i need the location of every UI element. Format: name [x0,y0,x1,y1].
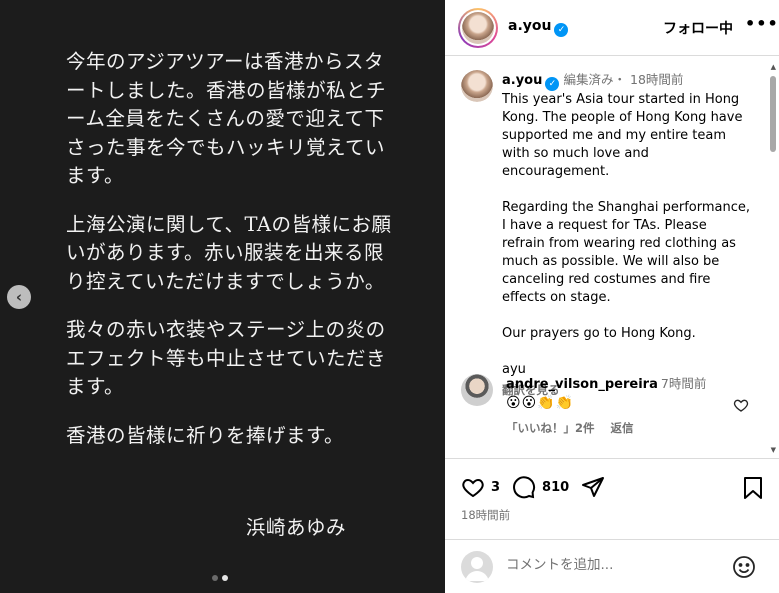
chevron-left-icon: ‹ [15,287,23,306]
user-avatar [461,551,493,583]
caption-username[interactable]: a.you [502,73,542,88]
more-options-icon[interactable]: ••• [745,14,779,33]
caption-meta: 編集済み・ 18時間前 [563,72,684,87]
comment-text: 😮😮👏👏 [506,395,575,411]
caption-paragraph: Our prayers go to Hong Kong. [502,326,696,341]
avatar [461,70,493,102]
emoji-smiley-icon[interactable] [732,555,756,583]
caption-avatar[interactable] [461,70,493,102]
carousel-dots [212,575,228,581]
comment-time: 7時間前 [660,376,707,391]
post-header: a.you ✓ フォロー中 ••• [445,0,779,56]
caption-paragraph: Regarding the Shanghai performance, I ha… [502,200,751,305]
avatar [462,12,494,44]
scroll-down-arrow-icon[interactable]: ▼ [771,446,776,454]
verified-badge-icon: ✓ [545,77,560,91]
scrollbar-thumb[interactable] [770,76,776,152]
comment-like-heart-icon[interactable] [733,397,749,417]
header-username-wrap: a.you ✓ [508,18,569,37]
caption: a.you ✓ 編集済み・ 18時間前 This year's Asia tour… [502,71,752,399]
like-count[interactable]: 3 [491,480,500,495]
carousel-dot [212,575,218,581]
image-paragraph: 我々の赤い衣装やステージ上の炎のエフェクト等も中止させていただきます。 [66,318,387,398]
share-paper-plane-icon[interactable] [581,475,605,499]
image-paragraph: 今年のアジアツアーは香港からスタートしました。香港の皆様が私とチーム全員をたくさ… [66,50,387,187]
like-heart-icon[interactable] [461,475,485,499]
previous-image-button[interactable]: ‹ [7,285,31,309]
comment-count[interactable]: 810 [542,480,569,495]
header-username[interactable]: a.you [508,18,551,34]
following-button[interactable]: フォロー中 [663,18,733,38]
story-ring-avatar[interactable] [458,8,498,48]
comment-username[interactable]: andre_vilson_pereira [506,377,658,392]
comment: andre_vilson_pereira 7時間前 😮😮👏👏 [506,375,736,412]
comment-actions: 「いいね！」2件 返信 [506,420,646,436]
reply-button[interactable]: 返信 [611,421,634,435]
bookmark-icon[interactable] [743,477,763,503]
commenter-avatar[interactable] [461,374,493,406]
post-time[interactable]: 18時間前 [461,507,510,523]
verified-badge-icon: ✓ [554,23,569,37]
carousel-dot-active [222,575,228,581]
post-image: 今年のアジアツアーは香港からスタートしました。香港の皆様が私とチーム全員をたくさ… [0,0,445,593]
comment-bubble-icon[interactable] [512,475,536,499]
image-signature: 浜崎あゆみ [246,516,347,539]
post-actions: 3 810 18時間前 [445,458,779,593]
image-paragraph: 香港の皆様に祈りを捧げます。 [66,423,345,447]
post-side-panel: a.you ✓ フォロー中 ••• a.you ✓ 編集済み・ 18時間前 This… [445,0,779,593]
add-comment-bar [445,539,779,593]
caption-paragraph: This year's Asia tour started in Hong Ko… [502,92,743,179]
action-row: 3 810 [461,475,605,499]
comment-likes-link[interactable]: 「いいね！」2件 [506,421,595,435]
image-paragraph: 上海公演に関して、TAの皆様にお願いがあります。赤い服装を出来る限り控えていただ… [66,212,392,293]
comments-scroll-area[interactable]: a.you ✓ 編集済み・ 18時間前 This year's Asia tour… [445,57,779,457]
scroll-up-arrow-icon[interactable]: ▲ [771,63,776,71]
image-text: 今年のアジアツアーは香港からスタートしました。香港の皆様が私とチーム全員をたくさ… [66,48,396,539]
comment-input[interactable] [506,557,716,573]
